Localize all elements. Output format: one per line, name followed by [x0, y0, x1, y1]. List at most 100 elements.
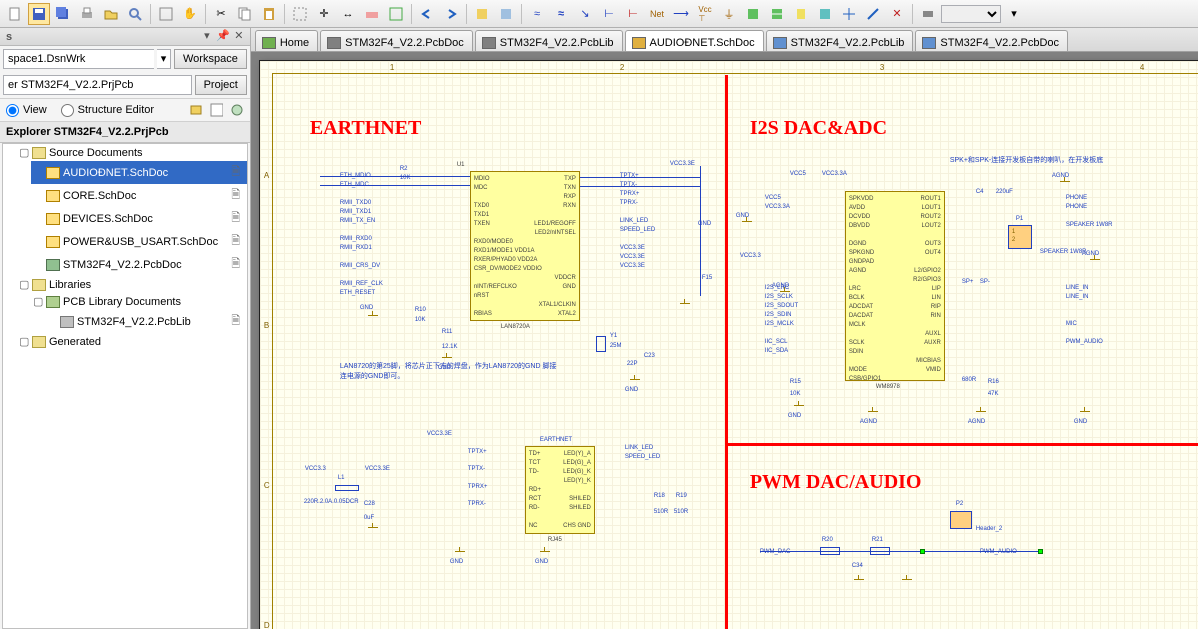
tool-gnd-icon[interactable]: ⏚: [718, 3, 740, 25]
tool-bus-icon[interactable]: ≈: [550, 3, 572, 25]
tool-saveall-icon[interactable]: [52, 3, 74, 25]
project-tree[interactable]: ▢Source Documents AUDIOÐNET.SchDoc🗎CORE.…: [2, 143, 248, 629]
tool-paste-icon[interactable]: [258, 3, 280, 25]
document-tab[interactable]: STM32F4_V2.2.PcbDoc: [915, 30, 1068, 51]
pcblib-icon: [60, 316, 74, 328]
gnd-icon: [630, 379, 640, 387]
project-input[interactable]: [3, 75, 192, 95]
net-label: VCC3.3E: [620, 254, 645, 260]
panel-btn1-icon[interactable]: [188, 102, 204, 118]
tree-generated[interactable]: ▢Generated: [17, 333, 247, 350]
workspace-button[interactable]: Workspace: [174, 49, 247, 69]
chip-rj45[interactable]: TD+TCTTD-RD+RCTRD-NCLED(Y)_ALED(G)_ALED(…: [525, 446, 595, 534]
tool-sheetent-icon[interactable]: [766, 3, 788, 25]
net-label: I2S_SCLK: [765, 294, 793, 300]
chip-wm8978[interactable]: SPKVDDAVDDDCVDDDBVDDDGNDSPKGNDGNDPADAGND…: [845, 191, 945, 381]
panel-menu-icon[interactable]: ▾: [200, 30, 214, 44]
net-label: TPTX-: [620, 182, 637, 188]
tool-preview-icon[interactable]: [124, 3, 146, 25]
tab-icon: [482, 37, 496, 49]
section-title-earthnet: EARTHNET: [310, 117, 422, 140]
tool-open-icon[interactable]: [100, 3, 122, 25]
tool-move-icon[interactable]: ↔: [337, 3, 359, 25]
tool-probe-icon[interactable]: [862, 3, 884, 25]
tool-vcc-icon[interactable]: Vcc⊤: [694, 3, 716, 25]
tool-netlabel-icon[interactable]: ⊢: [598, 3, 620, 25]
tool-redo-icon[interactable]: [440, 3, 462, 25]
tool-settings-icon[interactable]: [495, 3, 517, 25]
tool-wire-icon[interactable]: ≈: [526, 3, 548, 25]
panel-close-icon[interactable]: ✕: [232, 30, 246, 44]
net-label: TPRX-: [620, 200, 638, 206]
tool-combo[interactable]: [941, 5, 1001, 23]
tool-clear-icon[interactable]: [361, 3, 383, 25]
tool-noerc-icon[interactable]: ✕: [886, 3, 908, 25]
tool-cut-icon[interactable]: ✂: [210, 3, 232, 25]
document-tab[interactable]: STM32F4_V2.2.PcbDoc: [320, 30, 473, 51]
tree-libraries[interactable]: ▢Libraries: [17, 276, 247, 293]
tool-new-icon[interactable]: [4, 3, 26, 25]
structure-radio[interactable]: [61, 104, 74, 117]
tool-rectsel-icon[interactable]: [289, 3, 311, 25]
tool-hand-icon[interactable]: ✋: [179, 3, 201, 25]
tool-find-icon[interactable]: [471, 3, 493, 25]
connector-p2: [950, 511, 972, 529]
panel-pin-icon[interactable]: 📌: [216, 30, 230, 44]
document-tab[interactable]: STM32F4_V2.2.PcbLib: [475, 30, 623, 51]
net-label: ETH_MDIO: [340, 173, 371, 179]
panel-btn3-icon[interactable]: [228, 102, 244, 118]
chip-lan8720[interactable]: U1 MDIOMDCTXD0TXD1TXENRXD0/MODE0RXD1/MOD…: [470, 171, 580, 321]
tool-array-icon[interactable]: [838, 3, 860, 25]
tree-source-docs[interactable]: ▢Source Documents: [17, 144, 247, 161]
panel-titlebar: s ▾ 📌 ✕: [0, 28, 250, 46]
net-label: VCC5: [765, 195, 781, 201]
net-label: I2S_LRC: [765, 285, 789, 291]
selection-handle[interactable]: [920, 549, 925, 554]
tool-place-icon[interactable]: [814, 3, 836, 25]
tool-net-icon[interactable]: Net: [646, 3, 668, 25]
tool-zoomfit-icon[interactable]: [155, 3, 177, 25]
view-radio[interactable]: [6, 104, 19, 117]
inductor: [335, 485, 359, 491]
tab-icon: [327, 37, 341, 49]
tool-undo-icon[interactable]: [416, 3, 438, 25]
tool-sheet-icon[interactable]: [742, 3, 764, 25]
net-label: ETH_MDC: [340, 182, 369, 188]
refdes: Y1: [610, 333, 617, 339]
tool-device-icon[interactable]: [790, 3, 812, 25]
workspace-input[interactable]: [3, 49, 154, 69]
tool-junction-icon[interactable]: ⊢: [622, 3, 644, 25]
tree-item[interactable]: CORE.SchDoc🗎: [31, 184, 247, 207]
document-tab[interactable]: AUDIOÐNET.SchDoc: [625, 30, 764, 51]
refdes: L1: [338, 475, 345, 481]
tree-pcb-lib-docs[interactable]: ▢PCB Library Documents: [31, 293, 247, 310]
schematic-viewport[interactable]: 1 2 3 4 A B C D EARTHNET I2S DAC&ADC PWM…: [251, 52, 1198, 629]
selection-handle[interactable]: [1038, 549, 1043, 554]
tree-item[interactable]: DEVICES.SchDoc🗎: [31, 207, 247, 230]
net-label: VCC3.3E: [365, 466, 390, 472]
tree-lib-item[interactable]: STM32F4_V2.2.PcbLib🗎: [45, 310, 247, 333]
tool-print-icon[interactable]: [76, 3, 98, 25]
value: 220R.2.0A.0.05DCR: [304, 499, 359, 505]
net-label: SPEAKER 1W8R: [1040, 249, 1087, 255]
gnd-icon: [680, 303, 690, 311]
tool-layer-icon[interactable]: [917, 3, 939, 25]
tool-drop-icon[interactable]: ▾: [1003, 3, 1025, 25]
tree-item[interactable]: STM32F4_V2.2.PcbDoc🗎: [31, 253, 247, 276]
net-label: SPEED_LED: [625, 454, 660, 460]
project-button[interactable]: Project: [195, 75, 247, 95]
panel-btn2-icon[interactable]: [208, 102, 224, 118]
tree-item[interactable]: POWER&USB_USART.SchDoc🗎: [31, 230, 247, 253]
document-tab[interactable]: Home: [255, 30, 318, 51]
tree-item[interactable]: AUDIOÐNET.SchDoc🗎: [31, 161, 247, 184]
net-label: SPEAKER 1W8R: [1066, 222, 1113, 228]
tool-port-icon[interactable]: ⟶: [670, 3, 692, 25]
tool-crosssel-icon[interactable]: ✛: [313, 3, 335, 25]
refdes: R11: [442, 329, 453, 335]
tool-copy-icon[interactable]: [234, 3, 256, 25]
net-label: MIC: [1066, 321, 1077, 327]
tool-select-icon[interactable]: [385, 3, 407, 25]
tool-save-icon[interactable]: [28, 3, 50, 25]
document-tab[interactable]: STM32F4_V2.2.PcbLib: [766, 30, 914, 51]
tool-busent-icon[interactable]: ↘: [574, 3, 596, 25]
